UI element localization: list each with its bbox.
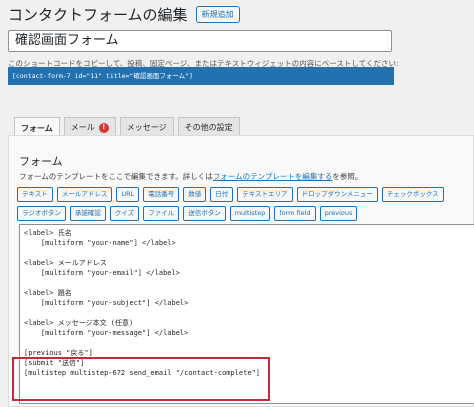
tab-messages[interactable]: メッセージ [119,117,174,137]
form-title-input[interactable]: 確認画面フォーム [8,30,392,52]
tag-button[interactable]: テキストエリア [237,187,293,202]
form-template-textarea[interactable]: <label> 氏名 [multiform "your-name"] </lab… [19,224,474,404]
tag-button[interactable]: ラジオボタン [17,206,66,221]
tag-button[interactable]: URL [116,187,140,202]
template-help-link[interactable]: フォームのテンプレートを編集する [213,172,333,181]
tag-button[interactable]: メールアドレス [56,187,113,202]
form-panel: フォーム フォームのテンプレートをここで編集できます。詳しくはフォームのテンプレ… [8,135,474,407]
tag-button[interactable]: multistep [229,206,271,221]
tag-generator-buttons: テキスト メールアドレス URL 電話番号 数値 日付 テキストエリア ドロップダウンメニュー… [17,187,471,221]
tab-additional-settings[interactable]: その他の設定 [177,117,240,137]
page-title: コンタクトフォームの編集 [8,5,188,24]
shortcode-field[interactable]: [contact-form-7 id="11" title="確認画面フォーム"… [8,67,394,85]
add-new-button[interactable]: 新規追加 [195,5,240,23]
page-header: コンタクトフォームの編集 新規追加 [8,3,240,25]
tag-button[interactable]: 送信ボタン [183,206,226,221]
tab-mail[interactable]: メール ! [63,117,116,137]
tag-button[interactable]: 電話番号 [143,187,180,202]
tag-button[interactable]: チェックボックス [381,187,444,202]
tag-button[interactable]: 承諾確認 [69,206,106,221]
tag-button[interactable]: form field [274,206,316,221]
warning-badge-icon: ! [98,122,109,133]
tag-button[interactable]: ファイル [143,206,180,221]
tag-button[interactable]: 数値 [183,187,207,202]
panel-description: フォームのテンプレートをここで編集できます。詳しくはフォームのテンプレートを編集… [19,172,363,181]
tag-button[interactable]: テキスト [17,187,53,202]
tag-button[interactable]: ドロップダウンメニュー [296,187,378,202]
tag-button[interactable]: クイズ [109,206,140,221]
tag-button[interactable]: 日付 [210,187,234,202]
panel-title: フォーム [19,155,63,168]
tag-button[interactable]: previous [319,206,358,221]
